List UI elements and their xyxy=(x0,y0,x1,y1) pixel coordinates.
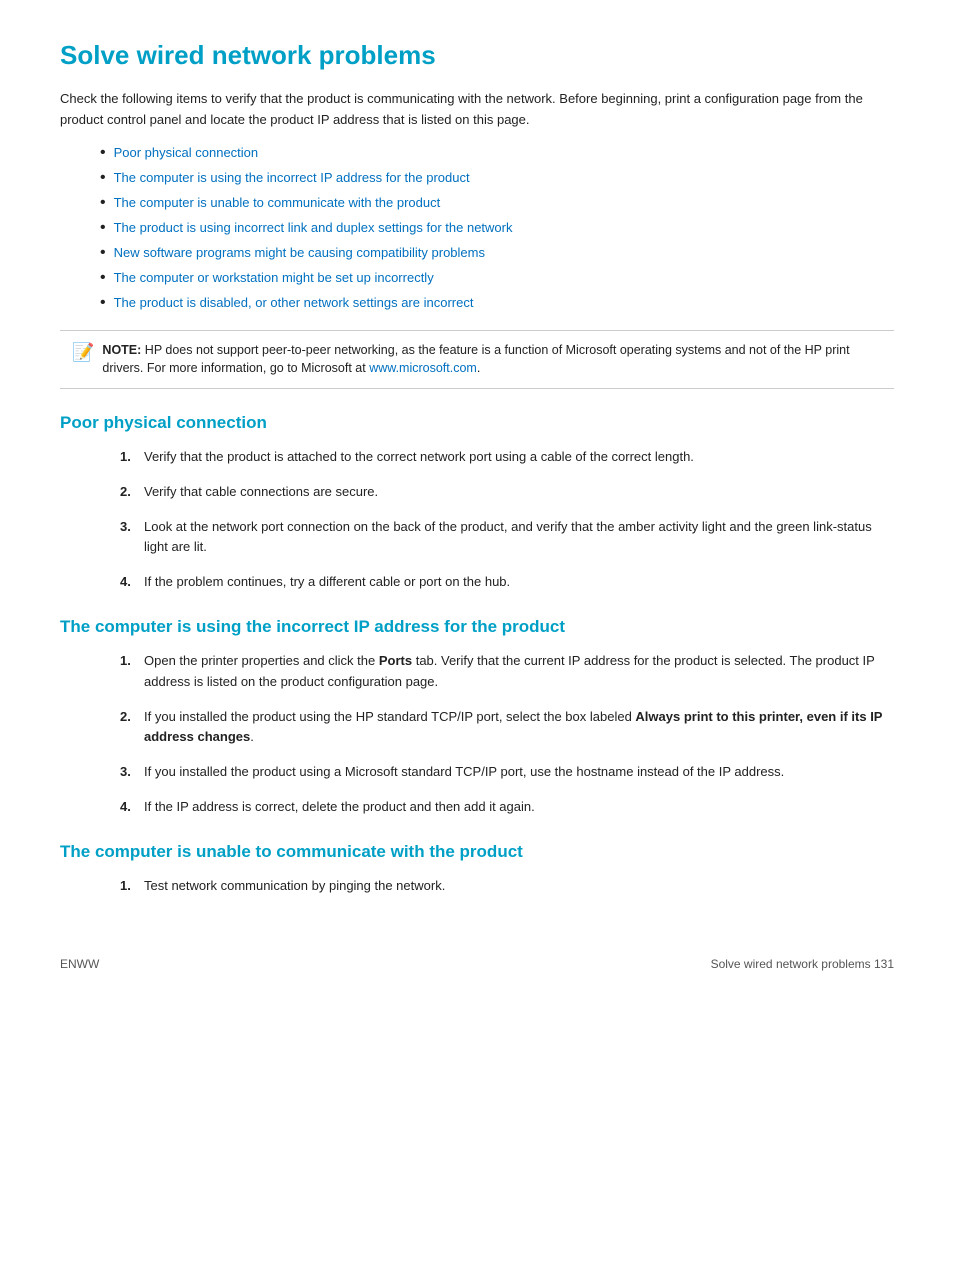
list-item: 4. If the problem continues, try a differ… xyxy=(120,572,894,593)
footer-left: ENWW xyxy=(60,957,99,971)
numbered-list: 1. Test network communication by pinging … xyxy=(120,876,894,897)
bullet-link[interactable]: Poor physical connection xyxy=(114,145,259,160)
list-item-text: If you installed the product using the H… xyxy=(144,707,894,749)
list-item: 1. Open the printer properties and click … xyxy=(120,651,894,693)
list-item-number: 2. xyxy=(120,707,138,728)
bullet-link[interactable]: The product is disabled, or other networ… xyxy=(114,295,474,310)
numbered-list: 1. Verify that the product is attached to… xyxy=(120,447,894,593)
section-incorrect-ip: The computer is using the incorrect IP a… xyxy=(60,617,894,818)
list-item-text: Open the printer properties and click th… xyxy=(144,651,894,693)
list-item: 1. Test network communication by pinging … xyxy=(120,876,894,897)
list-item-number: 3. xyxy=(120,517,138,538)
page-title: Solve wired network problems xyxy=(60,40,894,71)
bullet-list-item: New software programs might be causing c… xyxy=(100,245,894,262)
bullet-link[interactable]: The product is using incorrect link and … xyxy=(114,220,513,235)
list-item-number: 1. xyxy=(120,876,138,897)
list-item: 4. If the IP address is correct, delete t… xyxy=(120,797,894,818)
list-item-text: If you installed the product using a Mic… xyxy=(144,762,784,783)
bullet-list-item: The computer is using the incorrect IP a… xyxy=(100,170,894,187)
footer: ENWW Solve wired network problems 131 xyxy=(60,957,894,971)
bullet-list-item: The computer or workstation might be set… xyxy=(100,270,894,287)
list-item-text: Test network communication by pinging th… xyxy=(144,876,445,897)
list-item-number: 2. xyxy=(120,482,138,503)
section-heading: The computer is unable to communicate wi… xyxy=(60,842,894,862)
list-item: 2. Verify that cable connections are secu… xyxy=(120,482,894,503)
section-unable-communicate: The computer is unable to communicate wi… xyxy=(60,842,894,897)
bullet-link[interactable]: New software programs might be causing c… xyxy=(114,245,485,260)
list-item-text: Verify that cable connections are secure… xyxy=(144,482,378,503)
list-item: 2. If you installed the product using the… xyxy=(120,707,894,749)
bullet-link-list: Poor physical connection The computer is … xyxy=(100,145,894,312)
list-item-text: Look at the network port connection on t… xyxy=(144,517,894,559)
bullet-link[interactable]: The computer or workstation might be set… xyxy=(114,270,434,285)
list-item: 3. Look at the network port connection on… xyxy=(120,517,894,559)
bullet-list-item: The product is using incorrect link and … xyxy=(100,220,894,237)
note-content: NOTE: HP does not support peer-to-peer n… xyxy=(102,341,882,379)
intro-text: Check the following items to verify that… xyxy=(60,89,894,131)
list-item-text: If the IP address is correct, delete the… xyxy=(144,797,535,818)
list-item: 3. If you installed the product using a M… xyxy=(120,762,894,783)
bullet-list-item: The computer is unable to communicate wi… xyxy=(100,195,894,212)
bullet-link[interactable]: The computer is using the incorrect IP a… xyxy=(114,170,470,185)
section-heading: Poor physical connection xyxy=(60,413,894,433)
section-poor-physical: Poor physical connection 1. Verify that th… xyxy=(60,413,894,593)
note-icon: 📝 xyxy=(72,339,94,366)
list-item-text: If the problem continues, try a differen… xyxy=(144,572,510,593)
list-item-number: 1. xyxy=(120,447,138,468)
sections-container: Poor physical connection 1. Verify that th… xyxy=(60,413,894,897)
note-label: NOTE: xyxy=(102,343,141,357)
numbered-list: 1. Open the printer properties and click … xyxy=(120,651,894,818)
list-item-number: 4. xyxy=(120,797,138,818)
list-item-text: Verify that the product is attached to t… xyxy=(144,447,694,468)
list-item-number: 3. xyxy=(120,762,138,783)
list-item-number: 1. xyxy=(120,651,138,672)
footer-right: Solve wired network problems 131 xyxy=(711,957,894,971)
list-item-number: 4. xyxy=(120,572,138,593)
list-item: 1. Verify that the product is attached to… xyxy=(120,447,894,468)
bullet-list-item: The product is disabled, or other networ… xyxy=(100,295,894,312)
bullet-list-item: Poor physical connection xyxy=(100,145,894,162)
section-heading: The computer is using the incorrect IP a… xyxy=(60,617,894,637)
microsoft-link[interactable]: www.microsoft.com xyxy=(369,361,477,375)
note-box: 📝 NOTE: HP does not support peer-to-peer… xyxy=(60,330,894,390)
bullet-link[interactable]: The computer is unable to communicate wi… xyxy=(114,195,441,210)
